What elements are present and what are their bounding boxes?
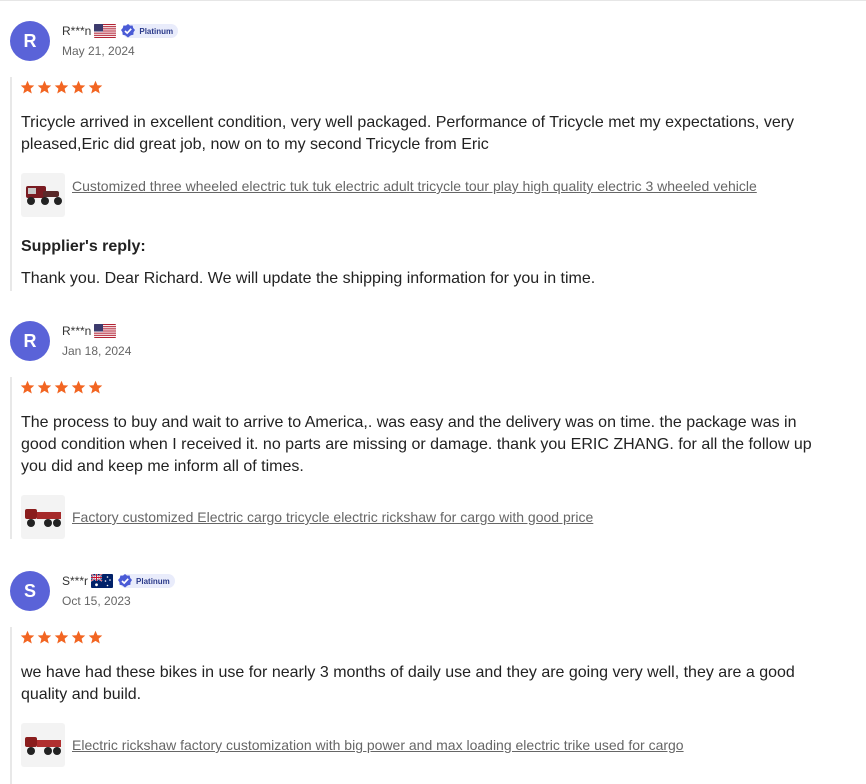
star-rating — [20, 380, 103, 395]
review-body: we have had these bikes in use for nearl… — [10, 627, 842, 784]
verified-check-icon — [118, 574, 133, 588]
top-divider — [0, 0, 866, 1]
star-icon — [54, 380, 69, 394]
star-icon — [37, 80, 52, 94]
product-thumbnail[interactable] — [21, 173, 65, 217]
tricycle-image-icon — [26, 186, 62, 205]
star-icon — [71, 380, 86, 394]
star-rating — [20, 630, 103, 645]
star-rating — [20, 80, 103, 95]
product-thumbnail[interactable] — [21, 723, 65, 767]
review-body: The process to buy and wait to arrive to… — [10, 377, 842, 539]
star-icon — [20, 80, 35, 94]
reviewer-info: R***n Platinum — [62, 22, 179, 40]
review-text: we have had these bikes in use for nearl… — [21, 664, 795, 703]
star-icon — [71, 630, 86, 644]
product-link[interactable]: Factory customized Electric cargo tricyc… — [72, 508, 772, 526]
supplier-reply-title: Supplier's reply: — [21, 238, 146, 255]
star-icon — [37, 380, 52, 394]
platinum-badge: Platinum — [118, 574, 175, 588]
us-flag-icon — [94, 324, 117, 338]
reviewer-name: R***n — [62, 324, 92, 338]
reviewer-name: R***n — [62, 24, 92, 38]
product-link-row[interactable]: Factory customized Electric cargo tricyc… — [21, 495, 772, 539]
tricycle-image-icon — [25, 737, 61, 755]
badge-label: Platinum — [136, 576, 170, 586]
us-flag-icon — [94, 24, 117, 38]
star-icon — [37, 630, 52, 644]
product-thumbnail[interactable] — [21, 495, 65, 539]
review-body: Tricycle arrived in excellent condition,… — [10, 77, 842, 291]
star-icon — [88, 380, 103, 394]
review-text: The process to buy and wait to arrive to… — [21, 414, 812, 475]
verified-check-icon — [121, 24, 136, 38]
reviewer-info: S***r Platinum — [62, 572, 175, 590]
tricycle-image-icon — [25, 509, 61, 527]
product-link[interactable]: Customized three wheeled electric tuk tu… — [72, 177, 772, 195]
product-link[interactable]: Electric rickshaw factory customization … — [72, 736, 772, 754]
reviewer-name: S***r — [62, 574, 89, 588]
review-date: Oct 15, 2023 — [62, 594, 131, 608]
star-icon — [54, 630, 69, 644]
avatar: R — [10, 21, 50, 61]
review-date: Jan 18, 2024 — [62, 344, 132, 358]
avatar: S — [10, 571, 50, 611]
star-icon — [88, 630, 103, 644]
review-date: May 21, 2024 — [62, 44, 135, 58]
star-icon — [20, 630, 35, 644]
product-link-row[interactable]: Electric rickshaw factory customization … — [21, 723, 772, 767]
supplier-reply-text: Thank you. Dear Richard. We will update … — [21, 270, 596, 287]
australia-flag-icon — [91, 574, 114, 588]
star-icon — [54, 80, 69, 94]
star-icon — [20, 380, 35, 394]
review-text: Tricycle arrived in excellent condition,… — [21, 114, 795, 153]
reviewer-info: R***n — [62, 322, 117, 340]
avatar: R — [10, 321, 50, 361]
star-icon — [71, 80, 86, 94]
platinum-badge: Platinum — [121, 24, 179, 38]
star-icon — [88, 80, 103, 94]
product-link-row[interactable]: Customized three wheeled electric tuk tu… — [21, 173, 772, 217]
badge-label: Platinum — [139, 26, 174, 36]
